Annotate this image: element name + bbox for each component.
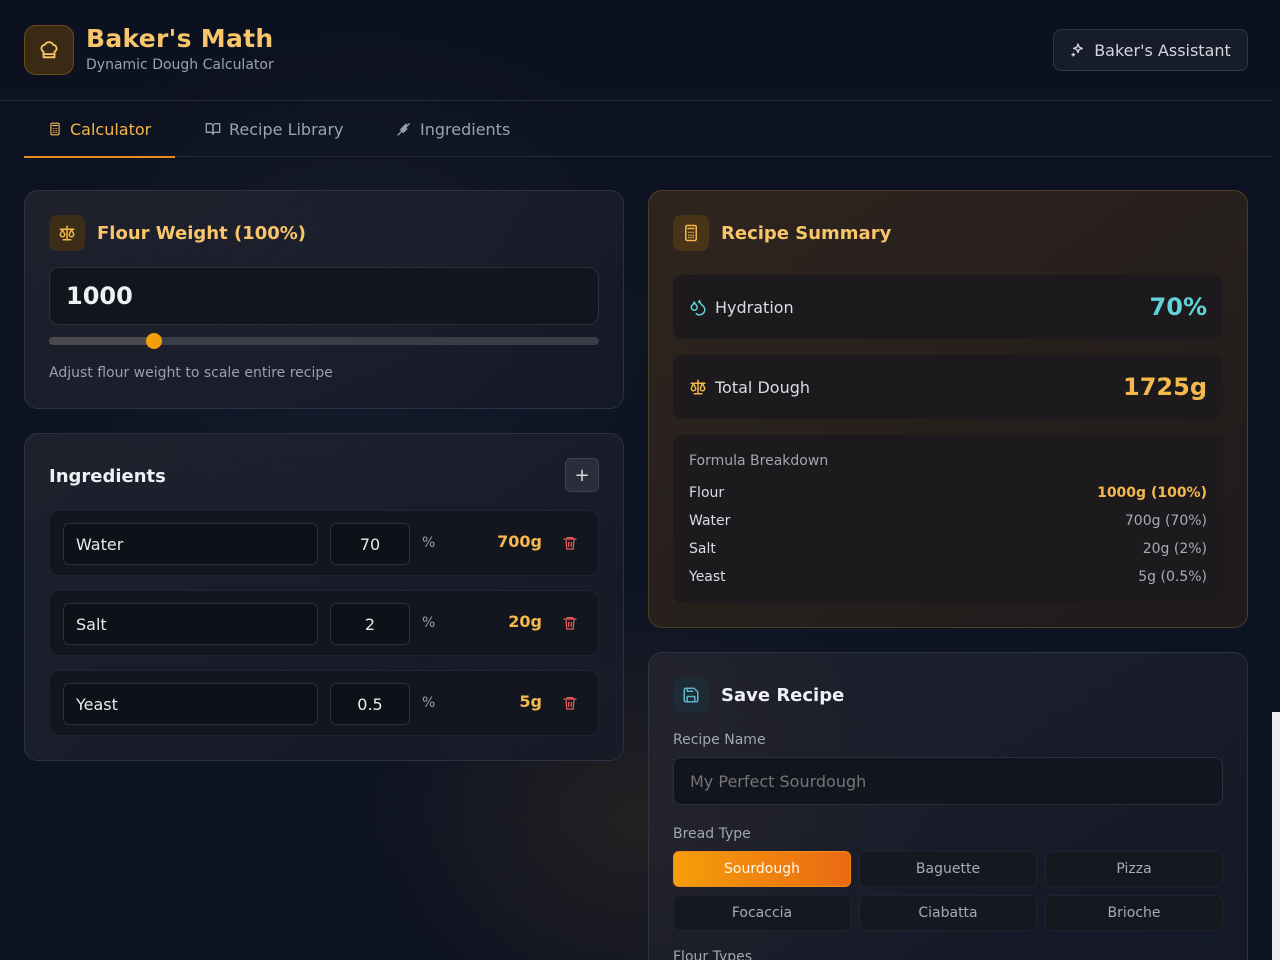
hydration-value: 70% [1149,293,1207,321]
breakdown-value: 20g (2%) [1142,541,1207,557]
bread-type-label: Bread Type [673,826,751,842]
ingredient-row: % 700g [49,510,599,576]
total-dough-value: 1725g [1123,373,1207,401]
droplets-icon [690,299,706,316]
ingredient-percent-input[interactable] [330,683,410,725]
chef-hat-icon [24,25,74,75]
tab-calculator[interactable]: Calculator [24,101,176,158]
breakdown-row: Water 700g (70%) [689,513,1207,533]
breakdown-label: Salt [689,541,716,557]
app-header: Baker's Math Dynamic Dough Calculator Ba… [0,0,1272,101]
ingredient-name-input[interactable] [63,603,318,645]
bread-type-ciabatta[interactable]: Ciabatta [859,895,1037,931]
breakdown-value: 1000g (100%) [1097,485,1207,501]
tab-ingredients[interactable]: Ingredients [372,101,534,157]
formula-breakdown-title: Formula Breakdown [689,453,829,469]
breakdown-label: Yeast [689,569,726,585]
breakdown-row: Yeast 5g (0.5%) [689,569,1207,589]
recipe-summary-card: Recipe Summary Hydration 70% Total Dough… [648,190,1248,628]
save-recipe-card: Save Recipe Recipe Name Bread Type Sourd… [648,652,1248,960]
trash-icon[interactable] [562,615,578,635]
app-title: Baker's Math [86,24,274,53]
app-subtitle: Dynamic Dough Calculator [86,57,274,73]
hydration-stat: Hydration 70% [673,275,1223,339]
wheat-icon [397,123,410,136]
bread-type-pizza[interactable]: Pizza [1045,851,1223,887]
hydration-label: Hydration [715,297,794,317]
recipe-name-input[interactable] [673,757,1223,805]
flour-weight-title: Flour Weight (100%) [97,223,307,244]
bread-type-brioche[interactable]: Brioche [1045,895,1223,931]
bakers-assistant-label: Baker's Assistant [1094,40,1231,60]
scrollbar[interactable] [1272,712,1280,960]
breakdown-row: Salt 20g (2%) [689,541,1207,561]
calculator-icon [50,122,60,136]
scale-icon [49,215,85,251]
breakdown-value: 5g (0.5%) [1138,569,1207,585]
flour-weight-input[interactable] [49,267,599,325]
breakdown-label: Water [689,513,731,529]
ingredient-grams: 5g [519,692,542,711]
ingredient-row: % 20g [49,590,599,656]
tab-label: Ingredients [420,119,511,139]
formula-breakdown: Formula Breakdown Flour 1000g (100%) Wat… [673,435,1223,603]
ingredient-percent-input[interactable] [330,603,410,645]
bakers-assistant-button[interactable]: Baker's Assistant [1053,29,1248,71]
flour-weight-hint: Adjust flour weight to scale entire reci… [49,365,333,381]
percent-sign: % [422,615,436,631]
flour-weight-slider[interactable] [49,333,599,349]
breakdown-value: 700g (70%) [1124,513,1207,529]
trash-icon[interactable] [562,535,578,555]
scale-icon [690,379,706,395]
ingredient-grams: 700g [497,532,542,551]
percent-sign: % [422,535,436,551]
tab-label: Calculator [70,119,152,139]
main-tabs: Calculator Recipe Library Ingredients [24,101,1272,158]
ingredient-name-input[interactable] [63,523,318,565]
percent-sign: % [422,695,436,711]
calculator-icon [673,215,709,251]
recipe-summary-title: Recipe Summary [721,223,892,244]
flour-weight-card: Flour Weight (100%) Adjust flour weight … [24,190,624,409]
sparkles-icon [1071,43,1084,57]
slider-handle[interactable] [145,333,162,349]
bread-type-focaccia[interactable]: Focaccia [673,895,851,931]
book-open-icon [205,123,221,135]
slider-fill [49,337,154,345]
save-icon [673,677,709,713]
ingredient-name-input[interactable] [63,683,318,725]
total-dough-label: Total Dough [715,377,810,397]
ingredient-grams: 20g [508,612,542,631]
tab-label: Recipe Library [229,119,344,139]
total-dough-stat: Total Dough 1725g [673,355,1223,419]
ingredient-percent-input[interactable] [330,523,410,565]
ingredient-row: % 5g [49,670,599,736]
ingredients-title: Ingredients [49,466,166,487]
total-dough-label-group: Total Dough [689,355,810,419]
recipe-name-label: Recipe Name [673,732,766,748]
trash-icon[interactable] [562,695,578,715]
add-ingredient-button[interactable]: + [565,458,599,492]
bread-type-baguette[interactable]: Baguette [859,851,1037,887]
ingredients-card: Ingredients + % 700g % 20g % 5g [24,433,624,761]
save-recipe-title: Save Recipe [721,685,845,706]
breakdown-label: Flour [689,485,725,501]
flour-types-label: Flour Types [673,949,753,960]
breakdown-row: Flour 1000g (100%) [689,485,1207,505]
tab-recipe-library[interactable]: Recipe Library [181,101,368,157]
hydration-label-group: Hydration [689,275,794,339]
bread-type-sourdough[interactable]: Sourdough [673,851,851,887]
